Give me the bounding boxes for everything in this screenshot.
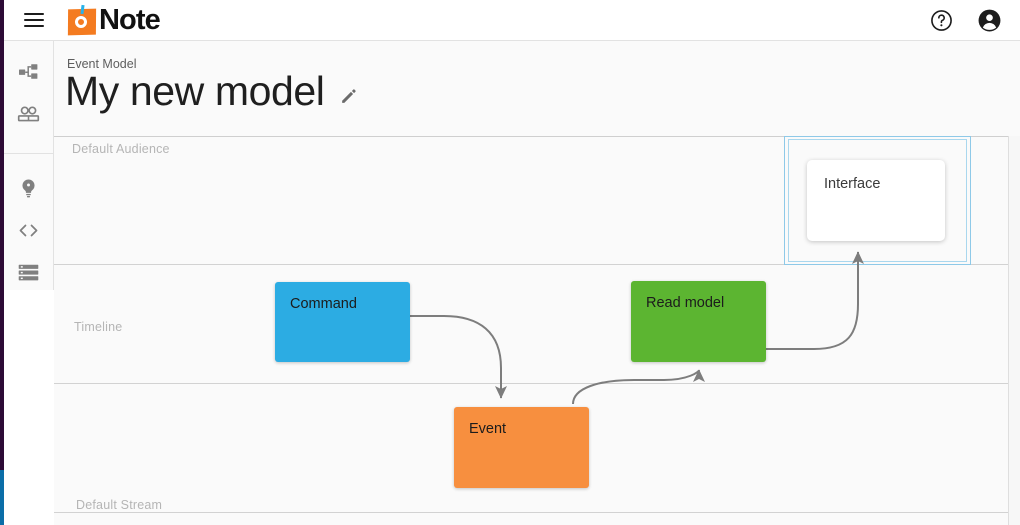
title-row: My new model <box>65 68 358 114</box>
brand-name: Note <box>99 3 161 36</box>
lane-separator-3 <box>54 512 1008 513</box>
sidebar-item-ideas[interactable] <box>5 170 53 212</box>
lightbulb-icon <box>17 177 40 205</box>
sidebar-item-account-tree[interactable] <box>5 54 53 96</box>
pencil-edit-icon[interactable] <box>339 87 358 106</box>
onote-app-window: Note Event Model My new model Default Au… <box>0 0 1020 525</box>
help-circle-icon[interactable] <box>928 7 954 33</box>
sidebar-item-streams[interactable] <box>5 254 53 296</box>
lane-separator-2 <box>54 383 1008 384</box>
sidebar-item-audiences[interactable] <box>5 96 53 138</box>
event-model-canvas[interactable]: Default Audience Timeline Default Stream… <box>54 136 1020 525</box>
lane-label-stream: Default Stream <box>76 498 163 512</box>
code-brackets-icon <box>16 218 41 248</box>
app-logo[interactable]: Note <box>67 2 161 38</box>
top-bar-actions <box>928 0 1002 40</box>
node-label: Command <box>290 296 357 312</box>
node-card-interface[interactable]: Interface <box>807 160 945 241</box>
connector-command-to-event <box>410 315 507 399</box>
onote-logo-mark <box>67 4 98 36</box>
window-edge-strip <box>0 0 4 525</box>
page-title: My new model <box>65 68 325 114</box>
sidebar-item-code[interactable] <box>5 212 53 254</box>
left-navigation-rail <box>4 41 54 290</box>
logo-o-ring <box>75 16 87 28</box>
rail-group-primary <box>4 41 53 138</box>
node-label: Interface <box>824 176 881 192</box>
node-card-command[interactable]: Command <box>275 282 410 362</box>
node-label: Event <box>469 421 507 437</box>
top-app-bar: Note <box>0 0 1020 41</box>
connector-read-model-to-interface <box>766 251 865 350</box>
model-header: Event Model My new model <box>54 41 1020 136</box>
node-label: Read model <box>646 295 725 311</box>
rail-group-secondary <box>4 154 53 296</box>
storage-list-icon <box>16 260 41 290</box>
node-card-read-model[interactable]: Read model <box>631 281 766 362</box>
canvas-right-gridline <box>1008 136 1009 525</box>
people-group-icon <box>16 102 41 132</box>
lane-label-audience: Default Audience <box>72 142 170 156</box>
window-edge-accent <box>0 470 4 525</box>
lane-label-timeline: Timeline <box>74 320 123 334</box>
connector-event-to-read-model <box>572 369 705 405</box>
canvas-gutter <box>1009 136 1020 525</box>
account-circle-icon[interactable] <box>976 7 1002 33</box>
account-tree-icon <box>17 61 41 90</box>
node-card-event[interactable]: Event <box>454 407 589 488</box>
hamburger-menu-icon[interactable] <box>20 9 48 31</box>
